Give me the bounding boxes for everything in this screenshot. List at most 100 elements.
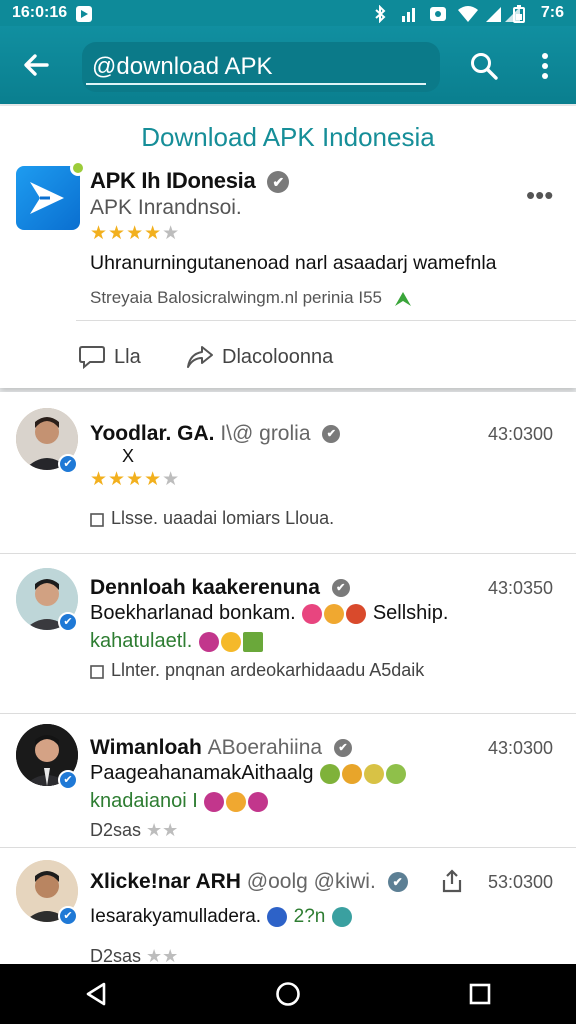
post-text-line: Boekharlanad bonkam. Sellship. — [90, 602, 448, 625]
star-empty-icon: ★★ — [146, 946, 179, 966]
share-icon — [442, 869, 462, 893]
system-navigation-bar — [0, 964, 576, 1024]
emoji-icon — [320, 763, 341, 784]
list-item[interactable]: ✔ Xlicke!nar ARH @oolg @kiwi. ✔ 53:0300 … — [0, 848, 576, 978]
search-button[interactable] — [464, 46, 504, 86]
post-text-tail: Sellship. — [372, 602, 449, 624]
instagram-icon — [204, 791, 225, 812]
post-meta: Llsse. uaadai lomiars Lloua. — [90, 508, 334, 529]
emoji-icon — [346, 603, 367, 624]
author-name: Wimanloah — [90, 736, 202, 759]
post-meta-text: D2sas — [90, 946, 142, 966]
comment-action[interactable]: Lla — [78, 344, 141, 370]
post-meta: D2sas ★★ — [90, 820, 178, 841]
list-item[interactable]: ✔ Yoodlar. GA. I\@ grolia ✔ 43:0300 X ★★… — [0, 392, 576, 554]
post-author[interactable]: Yoodlar. GA. I\@ grolia ✔ — [90, 422, 341, 446]
post-author[interactable]: Xlicke!nar ARH @oolg @kiwi. ✔ — [90, 870, 408, 894]
verified-check-icon: ✔ — [322, 425, 341, 444]
app-bar — [0, 26, 576, 104]
globe-icon: ✔ — [387, 872, 408, 893]
card-divider — [76, 320, 576, 321]
battery-icon — [512, 5, 529, 23]
verified-check-icon: ✔ — [267, 171, 290, 194]
emoji-icon — [364, 763, 385, 784]
verified-badge-icon: ✔ — [58, 906, 78, 926]
list-item[interactable]: ✔ Dennloah kaakerenuna ✔ 43:0350 Boekhar… — [0, 554, 576, 714]
emoji-icon — [331, 906, 352, 927]
search-icon — [471, 53, 498, 80]
signal-bars-icon — [401, 5, 417, 22]
author-name: Yoodlar. GA. — [90, 422, 215, 445]
bluetooth-icon — [373, 4, 389, 24]
reply-icon — [90, 665, 104, 680]
post-rating-stars: ★★★★★ — [90, 468, 180, 491]
search-underline — [86, 83, 426, 85]
emoji-icon — [267, 906, 288, 927]
nav-recents-button[interactable] — [450, 964, 510, 1024]
post-text-line: kahatulaetl. — [90, 630, 264, 653]
notification-icon — [75, 5, 93, 22]
post-meta-text: D2sas — [90, 820, 142, 840]
star-icon: ★★★★ — [90, 469, 163, 490]
emoji-icon — [220, 631, 241, 652]
arrow-back-icon — [24, 54, 49, 76]
app-rating-stars: ★★★★★ — [90, 222, 180, 245]
instagram-icon — [198, 631, 219, 652]
list-item[interactable]: ✔ Wimanloah ABoerahiina ✔ 43:0300 Paagea… — [0, 714, 576, 848]
post-meta-text: Llnter. pnqnan ardeokarhidaadu A5daik — [111, 660, 425, 680]
post-text: PaageahanamakAithaalg — [90, 762, 314, 784]
card-more-icon[interactable]: ••• — [526, 180, 553, 211]
verified-badge-icon: ✔ — [58, 612, 78, 632]
author-handle: @oolg @kiwi. — [246, 870, 376, 893]
post-author[interactable]: Dennloah kaakerenuna ✔ — [90, 576, 350, 600]
back-button[interactable] — [0, 26, 72, 104]
app-icon[interactable] — [16, 160, 86, 230]
post-meta-text: Llsse. uaadai lomiars Lloua. — [111, 508, 335, 528]
emoji-icon — [324, 603, 345, 624]
share-post-button[interactable] — [440, 868, 464, 899]
battery-text: 7:6 — [540, 4, 564, 21]
status-time: 16:0:16 — [12, 4, 68, 21]
emoji-icon — [386, 763, 407, 784]
post-author[interactable]: Wimanloah ABoerahiina ✔ — [90, 736, 352, 760]
comment-feed: ✔ Yoodlar. GA. I\@ grolia ✔ 43:0300 X ★★… — [0, 392, 576, 978]
app-subtitle: APK Inrandnsoi. — [90, 196, 242, 219]
app-meta-text: Streyaia Balosicralwingm.nl perinia I55 — [90, 288, 382, 307]
app-name[interactable]: APK Ih IDonesia ✔ — [90, 168, 290, 194]
nav-home-button[interactable] — [258, 964, 318, 1024]
post-extra: X — [122, 446, 135, 466]
wifi-icon — [457, 5, 478, 22]
star-empty-icon: ★★ — [146, 820, 179, 840]
nav-back-button[interactable] — [66, 964, 126, 1024]
instagram-icon — [248, 791, 269, 812]
featured-heading: Download APK Indonesia — [141, 122, 435, 152]
more-vert-icon — [542, 53, 548, 79]
post-time: 43:0350 — [488, 578, 554, 598]
app-meta: Streyaia Balosicralwingm.nl perinia I55 — [90, 288, 413, 308]
post-text-line: Iesarakyamulladera. 2?n — [90, 906, 353, 928]
overflow-menu-button[interactable] — [528, 46, 562, 86]
post-meta: Llnter. pnqnan ardeokarhidaadu A5daik — [90, 660, 424, 681]
post-time: 43:0300 — [488, 738, 554, 758]
post-text-line: knadaianoi I — [90, 790, 269, 813]
trending-up-icon — [394, 291, 411, 306]
emoji-icon — [342, 763, 363, 784]
author-handle: ABoerahiina — [207, 736, 323, 759]
circle-home-icon — [276, 982, 300, 1006]
post-text: Iesarakyamulladera. — [90, 906, 262, 927]
online-dot — [70, 160, 86, 176]
search-input[interactable] — [92, 53, 430, 81]
status-bar: 16:0:16 7:6 — [0, 0, 576, 26]
featured-app-card: Download APK Indonesia APK Ih IDonesia ✔… — [0, 106, 576, 388]
comment-icon — [79, 346, 105, 370]
cast-icon — [429, 5, 446, 21]
share-arrow-icon — [187, 346, 213, 368]
verified-check-icon: ✔ — [333, 739, 352, 758]
verified-badge-icon: ✔ — [58, 454, 78, 474]
share-label: Dlacoloonna — [222, 345, 334, 368]
star-empty-icon: ★ — [162, 469, 181, 490]
share-action[interactable]: Dlacoloonna — [186, 344, 333, 370]
post-text-line: PaageahanamakAithaalg — [90, 762, 407, 785]
search-field[interactable] — [82, 42, 440, 92]
reply-icon — [90, 513, 104, 528]
